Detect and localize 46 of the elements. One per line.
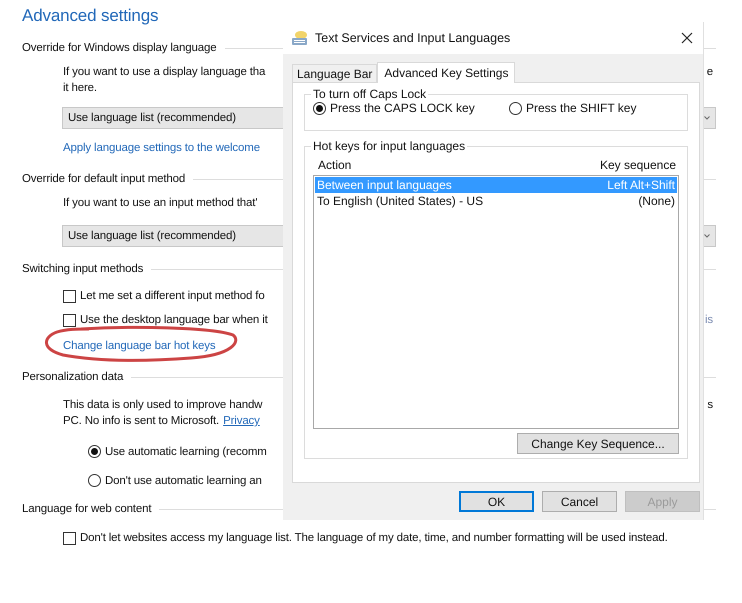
radio-label: Press the SHIFT key: [526, 101, 636, 115]
radio-label: Don't use automatic learning an: [105, 474, 262, 486]
keyboard-icon: [291, 30, 309, 46]
tab[interactable]: Advanced Key Settings: [377, 62, 516, 83]
radio-label: Press the CAPS LOCK key: [330, 101, 475, 115]
section-heading: Personalization data: [22, 371, 124, 383]
privacy-link[interactable]: Privacy: [223, 413, 260, 429]
description-text: If you want to use an input method that': [63, 196, 258, 211]
close-icon[interactable]: [681, 32, 693, 44]
section-heading: Language for web content: [22, 503, 152, 515]
tab[interactable]: Language Bar: [292, 64, 378, 82]
checkbox-label: Don't let websites access my language list. The language of my date, time, and number formatting will be used instead.: [80, 532, 668, 544]
checkbox-label: Let me set a different input method fo: [80, 290, 265, 302]
section-heading: Switching input methods: [22, 263, 144, 275]
checkbox-label: is: [704, 314, 713, 326]
section-heading: Override for Windows display language: [22, 42, 217, 54]
column-header: Action: [318, 158, 352, 172]
column-header: Key sequence: [600, 158, 676, 172]
chevron-icon: [704, 116, 710, 120]
change-key-sequence-button[interactable]: Change Key Sequence...: [517, 433, 679, 454]
radio-label: Use automatic learning (recomm: [105, 446, 267, 458]
hotkey-row[interactable]: To English (United States) - US (None): [315, 193, 677, 209]
chevron-icon: [704, 234, 710, 238]
description-text: s: [707, 398, 713, 413]
description-text: e: [706, 65, 713, 80]
description-text: This data is only used to improve handw: [63, 398, 262, 413]
checkbox[interactable]: [63, 532, 76, 545]
radio-button[interactable]: [509, 102, 522, 114]
dialog-button[interactable]: OK: [459, 491, 534, 512]
checkbox[interactable]: [63, 290, 76, 303]
settings-link[interactable]: Change language bar hot keys: [63, 340, 216, 352]
dialog-title: Text Services and Input Languages: [315, 31, 512, 45]
page-title: Advanced settings: [22, 6, 160, 26]
section-heading: Override for default input method: [22, 173, 186, 185]
checkbox-label: Use the desktop language bar when it: [80, 314, 268, 326]
description-text: If you want to use a display language tha: [63, 65, 266, 80]
description-text: PC. No info is sent to Microsoft.: [63, 414, 220, 429]
dialog-button[interactable]: Cancel: [542, 491, 617, 512]
group-title: Hot keys for input languages: [312, 139, 466, 153]
radio-button[interactable]: [88, 445, 101, 458]
settings-link[interactable]: Apply language settings to the welcome: [63, 142, 260, 154]
radio-button[interactable]: [88, 474, 101, 487]
checkbox[interactable]: [63, 314, 76, 327]
group-title: To turn off Caps Lock: [312, 87, 428, 101]
description-text: it here.: [63, 81, 97, 96]
radio-button[interactable]: [313, 102, 326, 114]
